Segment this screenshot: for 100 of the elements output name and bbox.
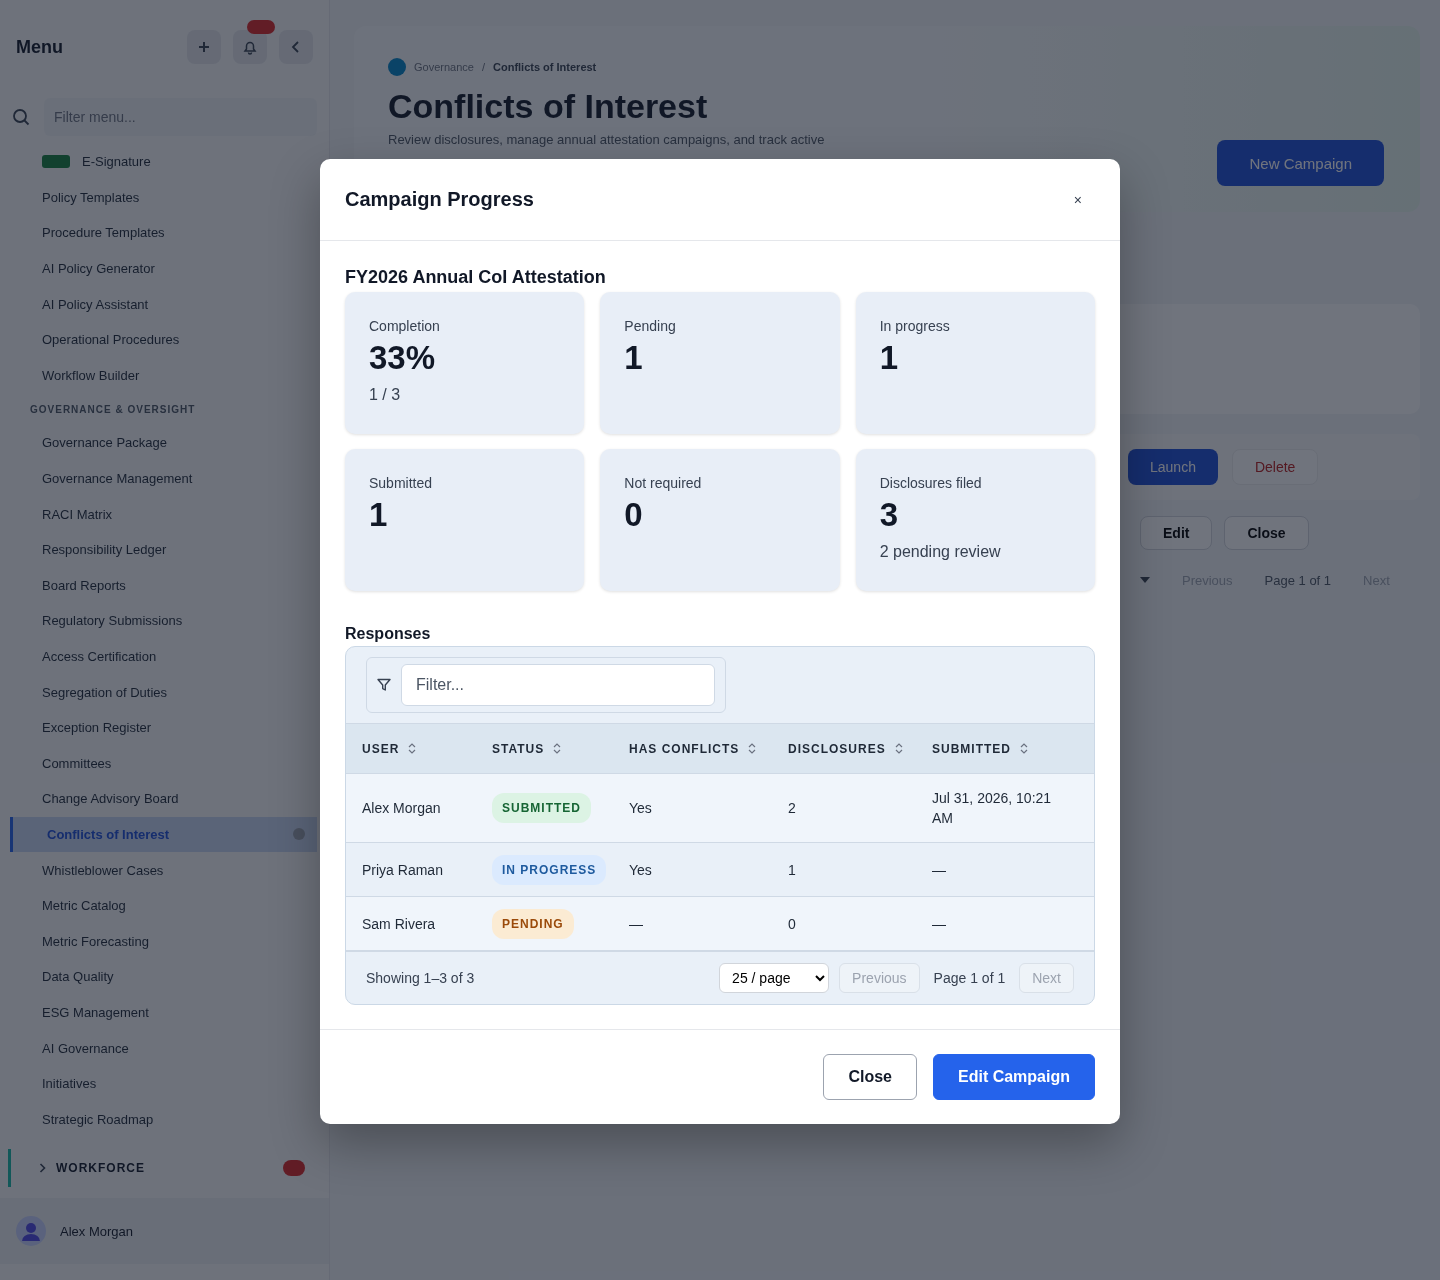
sort-icon[interactable] xyxy=(894,743,903,754)
status-badge: SUBMITTED xyxy=(492,793,591,823)
nav-item[interactable]: Workflow Builder xyxy=(0,357,315,394)
table-cell-text: Sam Rivera xyxy=(362,914,437,934)
nav-item[interactable]: Board Reports xyxy=(0,567,315,604)
stat-note: 2 pending review xyxy=(879,543,1002,562)
table-cell-text: Alex Morgan xyxy=(362,799,442,818)
nav-item[interactable]: Procedure Templates xyxy=(0,215,315,251)
stat-label: Submitted xyxy=(369,475,434,491)
nav-item[interactable]: Data Quality xyxy=(0,959,315,995)
table-cell-text: Priya Raman xyxy=(362,860,444,880)
nav-item[interactable]: RACI Matrix xyxy=(0,496,315,532)
sort-icon[interactable] xyxy=(748,743,757,754)
nav-group[interactable]: WORKFORCE xyxy=(8,1149,315,1188)
nav-group-label: WORKFORCE xyxy=(56,1161,146,1176)
app-logo-icon xyxy=(388,58,406,76)
stat-label: Completion xyxy=(369,318,441,334)
delete-button[interactable]: Delete xyxy=(1231,449,1319,485)
close-button[interactable]: × xyxy=(1069,189,1086,210)
column-header[interactable]: HAS CONFLICTS xyxy=(629,741,740,756)
stat-value: 0 xyxy=(624,497,644,534)
table-cell-text: — xyxy=(932,914,947,934)
filter-icon xyxy=(377,678,391,692)
breadcrumb-link[interactable]: Governance xyxy=(414,61,474,73)
nav-item[interactable]: Regulatory Submissions xyxy=(0,603,315,639)
nav-item[interactable]: Change Advisory Board xyxy=(0,781,315,817)
section-heading: GOVERNANCE & OVERSIGHT xyxy=(29,402,197,417)
stat-value: 3 xyxy=(879,497,899,534)
column-header[interactable]: STATUS xyxy=(492,741,545,756)
nav-item[interactable]: AI Policy Assistant xyxy=(0,286,315,322)
edit-button[interactable]: Edit xyxy=(1140,516,1213,550)
nav-item[interactable]: Governance Management xyxy=(0,460,315,497)
table-cell-text: Yes xyxy=(629,860,653,880)
launch-button[interactable]: Launch xyxy=(1128,449,1218,485)
caret-icon xyxy=(1140,577,1150,584)
sort-icon[interactable] xyxy=(408,743,417,754)
new-badge xyxy=(42,155,70,169)
page-size-select[interactable]: 25 / page xyxy=(719,963,830,993)
nav-item[interactable]: Policy Templates xyxy=(0,179,315,216)
status-badge: IN PROGRESS xyxy=(492,854,607,885)
nav-item[interactable]: Operational Procedures xyxy=(0,321,315,358)
sort-icon[interactable] xyxy=(1020,743,1028,754)
edit-campaign-button[interactable]: Edit Campaign xyxy=(933,1054,1095,1100)
notifications-button[interactable] xyxy=(233,30,267,64)
stat-label: Pending xyxy=(624,318,677,334)
table-cell-text: 2 xyxy=(788,799,797,818)
page-subtitle: Review disclosures, manage annual attestation campaigns, and track active xyxy=(388,132,825,147)
search-icon xyxy=(12,108,30,126)
column-header[interactable]: SUBMITTED xyxy=(932,741,1011,756)
nav-item-label: Conflicts of Interest xyxy=(47,827,170,842)
user-name: Alex Morgan xyxy=(60,1223,133,1239)
nav-item[interactable]: ESG Management xyxy=(0,994,315,1031)
breadcrumb-link[interactable]: Conflicts of Interest xyxy=(493,61,597,73)
sidebar-title: Menu xyxy=(16,36,64,58)
nav-item[interactable]: Access Certification xyxy=(0,638,315,675)
nav-item[interactable]: Metric Catalog xyxy=(0,887,315,924)
chevron-right-icon xyxy=(39,1163,46,1174)
user-avatar-icon xyxy=(16,1216,46,1246)
page-indicator: Page 1 of 1 xyxy=(932,970,1007,986)
table-cell-text: — xyxy=(629,914,644,934)
nav-item[interactable]: Strategic Roadmap xyxy=(0,1101,315,1138)
nav-item[interactable]: Committees xyxy=(0,745,315,782)
stat-value: 1 xyxy=(879,340,899,377)
nav-item[interactable]: Initiatives xyxy=(0,1065,315,1102)
stat-label: Not required xyxy=(624,475,703,491)
table-cell-text: 0 xyxy=(788,914,797,934)
nav-item[interactable]: Governance Package xyxy=(0,425,315,461)
close-button[interactable]: Close xyxy=(1224,516,1309,550)
status-badge: PENDING xyxy=(492,908,574,939)
nav-item[interactable]: Whistleblower Cases xyxy=(0,852,315,888)
table-cell-text: Yes xyxy=(629,799,653,818)
new-campaign-button[interactable]: New Campaign xyxy=(1217,140,1384,186)
plus-icon xyxy=(198,41,210,53)
status-dot xyxy=(293,828,305,841)
nav-item[interactable]: E-Signature xyxy=(0,144,315,180)
table-cell-text: Jul 31, 2026, 10:21 AM xyxy=(932,789,1053,828)
filter-field[interactable]: Filter... xyxy=(401,664,715,706)
collapse-button[interactable] xyxy=(279,30,313,64)
dialog-title: Campaign Progress xyxy=(345,188,534,211)
notification-badge xyxy=(247,20,275,34)
column-header[interactable]: DISCLOSURES xyxy=(788,741,886,756)
stat-value: 1 xyxy=(624,340,644,377)
close-button[interactable]: Close xyxy=(823,1054,917,1100)
nav-item[interactable]: Metric Forecasting xyxy=(0,923,315,960)
nav-item[interactable]: Segregation of Duties xyxy=(0,674,315,710)
page-indicator: Page 1 of 1 xyxy=(1264,573,1332,588)
nav-item[interactable]: Exception Register xyxy=(0,709,315,746)
nav-item[interactable]: Responsibility Ledger xyxy=(0,531,315,568)
sort-icon[interactable] xyxy=(553,743,562,754)
add-button[interactable] xyxy=(187,30,221,64)
campaign-name: FY2026 Annual CoI Attestation xyxy=(345,267,607,288)
results-count: Showing 1–3 of 3 xyxy=(366,970,476,986)
breadcrumb-separator: / xyxy=(481,61,485,73)
stat-value: 1 xyxy=(369,497,389,534)
nav-item[interactable]: Conflicts of Interest xyxy=(10,816,317,853)
nav-item[interactable]: AI Governance xyxy=(0,1030,315,1066)
column-header[interactable]: USER xyxy=(362,741,400,756)
nav-item[interactable]: AI Policy Generator xyxy=(0,250,315,287)
stat-label: In progress xyxy=(879,318,951,334)
page-title: Conflicts of Interest xyxy=(388,86,709,126)
